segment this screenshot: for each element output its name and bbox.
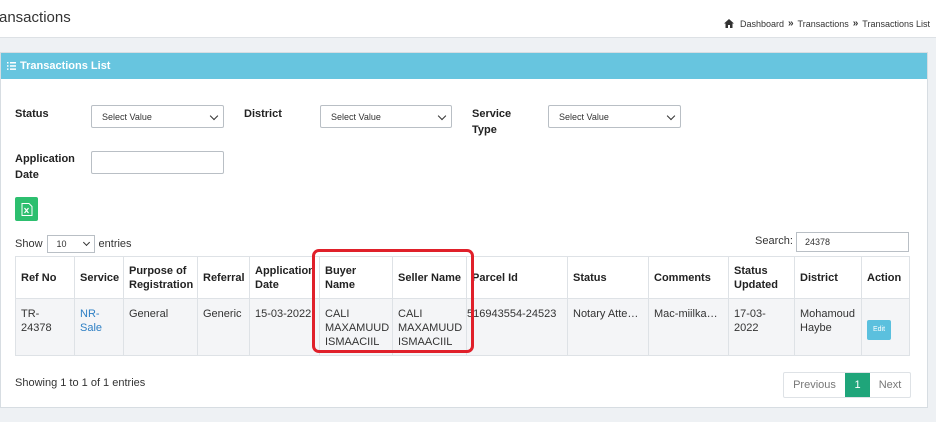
- application-date-filter-label: Application Date: [15, 151, 75, 183]
- table-info: Showing 1 to 1 of 1 entries: [15, 377, 146, 389]
- label-line: Date: [15, 169, 39, 181]
- excel-icon: [21, 202, 32, 216]
- cell-status: Notary Attes…: [567, 298, 649, 356]
- entries-length-control: Show 10 entries: [15, 235, 132, 253]
- application-date-input[interactable]: [91, 151, 224, 174]
- col-status[interactable]: Status: [567, 256, 649, 299]
- district-select-value: Select Value: [331, 111, 381, 122]
- status-select-value: Select Value: [102, 111, 152, 122]
- cell-purpose: General: [123, 298, 198, 356]
- cell-buyer-name: CALI MAXAMUUD ISMAACIIL: [319, 298, 393, 356]
- entries-length-select[interactable]: 10: [46, 235, 95, 253]
- next-page-button[interactable]: Next: [870, 373, 910, 397]
- search-label: Search:: [755, 235, 793, 247]
- district-select[interactable]: Select Value: [320, 105, 452, 128]
- col-buyer-name[interactable]: Buyer Name: [319, 256, 393, 299]
- service-type-filter-label: Service Type: [472, 106, 511, 138]
- entries-length-value: 10: [56, 239, 67, 249]
- cell-action: Edit: [861, 298, 910, 356]
- pagination: Previous 1 Next: [783, 372, 911, 398]
- col-parcel-id[interactable]: Parcel Id: [466, 256, 568, 299]
- export-excel-button[interactable]: [15, 197, 38, 221]
- chevron-down-icon: [666, 111, 676, 121]
- label-line: Type: [472, 124, 497, 136]
- col-status-updated[interactable]: Status Updated: [728, 256, 795, 299]
- breadcrumb-separator: »: [787, 18, 794, 29]
- cell-ref-no: TR-24378: [15, 298, 75, 356]
- breadcrumb-transactions[interactable]: Transactions: [798, 19, 849, 29]
- list-icon: [7, 62, 16, 70]
- col-district[interactable]: District: [794, 256, 862, 299]
- col-application-date[interactable]: Application Date: [249, 256, 320, 299]
- top-bar: ransactions Dashboard » Transactions » T…: [0, 0, 936, 38]
- home-icon: [723, 19, 734, 28]
- district-filter-label: District: [244, 108, 282, 120]
- col-action: Action: [861, 256, 910, 299]
- col-service[interactable]: Service: [74, 256, 124, 299]
- service-type-select-value: Select Value: [559, 111, 609, 122]
- cell-district: Mohamoud Haybe: [794, 298, 862, 356]
- show-label: Show: [15, 238, 43, 250]
- entries-label: entries: [98, 238, 132, 250]
- search-input[interactable]: 24378: [796, 232, 909, 252]
- col-seller-name[interactable]: Seller Name: [392, 256, 467, 299]
- chevron-down-icon: [209, 111, 219, 121]
- chevron-down-icon: [82, 238, 90, 247]
- label-line: Application: [15, 153, 75, 165]
- previous-page-button[interactable]: Previous: [784, 373, 845, 397]
- cell-referral: Generic: [197, 298, 250, 356]
- breadcrumb: Dashboard » Transactions » Transactions …: [723, 18, 930, 29]
- table-row: TR-24378 NR-Sale General Generic 15-03-2…: [15, 298, 910, 356]
- col-ref-no[interactable]: Ref No: [15, 256, 75, 299]
- col-purpose[interactable]: Purpose of Registration: [123, 256, 198, 299]
- cell-comments: Mac-miilkani…: [648, 298, 729, 356]
- status-filter-label: Status: [15, 108, 49, 120]
- service-type-select[interactable]: Select Value: [548, 105, 681, 128]
- edit-button[interactable]: Edit: [867, 320, 892, 340]
- cell-seller-name: CALI MAXAMUUD ISMAACIIL: [392, 298, 467, 356]
- page-1-button[interactable]: 1: [845, 373, 870, 397]
- label-line: Service: [472, 108, 512, 120]
- breadcrumb-dashboard[interactable]: Dashboard: [740, 19, 784, 29]
- status-select[interactable]: Select Value: [91, 105, 224, 128]
- breadcrumb-separator: »: [852, 18, 859, 29]
- transactions-table: Ref No Service Purpose of Registration R…: [15, 256, 910, 356]
- cell-parcel-id: 516943554-24523: [466, 298, 568, 356]
- card-header: Transactions List: [1, 53, 927, 79]
- page-title: ransactions: [0, 9, 71, 26]
- chevron-down-icon: [437, 111, 447, 121]
- cell-status-updated: 17-03-2022: [728, 298, 795, 356]
- breadcrumb-transactions-list: Transactions List: [862, 18, 930, 29]
- table-header-row: Ref No Service Purpose of Registration R…: [15, 256, 910, 299]
- cell-application-date: 15-03-2022: [249, 298, 320, 356]
- col-referral[interactable]: Referral: [197, 256, 250, 299]
- cell-service-link[interactable]: NR-Sale: [74, 298, 124, 356]
- col-comments[interactable]: Comments: [648, 256, 729, 299]
- card-title: Transactions List: [20, 60, 111, 72]
